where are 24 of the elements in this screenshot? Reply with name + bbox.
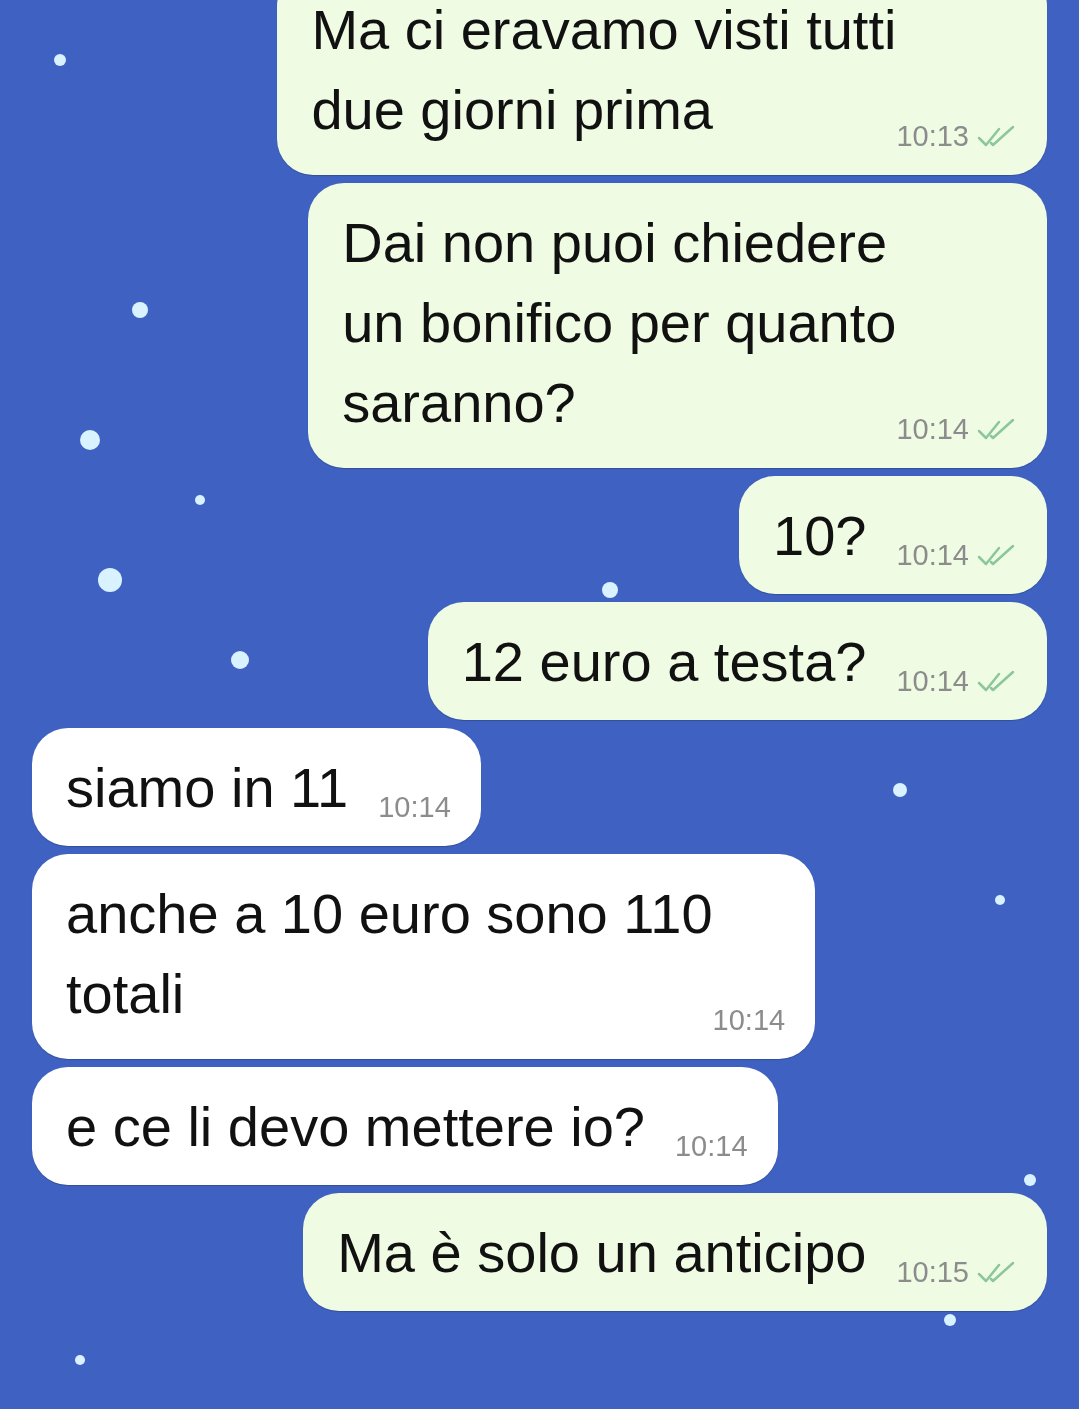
message-text: Ma è solo un anticipo [337,1220,867,1286]
message-bubble[interactable]: e ce li devo mettere io? 10:14 [32,1067,778,1185]
message-text: siamo in 11 [66,755,349,821]
message-bubble[interactable]: 12 euro a testa? 10:14 [427,602,1047,720]
message-bubble[interactable]: siamo in 11 10:14 [32,728,481,846]
message-time: 10:13 [896,120,969,153]
message-bubble[interactable]: Dai non puoi chiedere un bonifico per quanto saranno? 10:14 [308,183,1047,468]
message-text: Dai non puoi chiedere un bonifico per quanto saranno? [342,210,897,436]
message-text: Ma ci eravamo visti tutti due giorni prima [311,0,897,143]
message-time: 10:14 [896,539,969,572]
message-text: e ce li devo mettere io? [66,1094,645,1160]
message-time: 10:15 [896,1256,969,1289]
message-text: 12 euro a testa? [461,629,867,695]
message-time: 10:14 [675,1130,748,1163]
message-time: 10:14 [896,413,969,446]
message-time: 10:14 [378,791,451,824]
message-bubble[interactable]: Ma è solo un anticipo 10:15 [303,1193,1047,1311]
message-text: anche a 10 euro sono 110 totali [66,881,713,1027]
message-bubble[interactable]: Ma ci eravamo visti tutti due giorni prima 10:13 [277,0,1047,175]
message-time: 10:14 [896,665,969,698]
message-bubble[interactable]: anche a 10 euro sono 110 totali 10:14 [32,854,816,1059]
message-time: 10:14 [712,1004,786,1037]
message-bubble[interactable]: 10? 10:14 [739,476,1047,594]
message-text: 10? [773,503,867,569]
